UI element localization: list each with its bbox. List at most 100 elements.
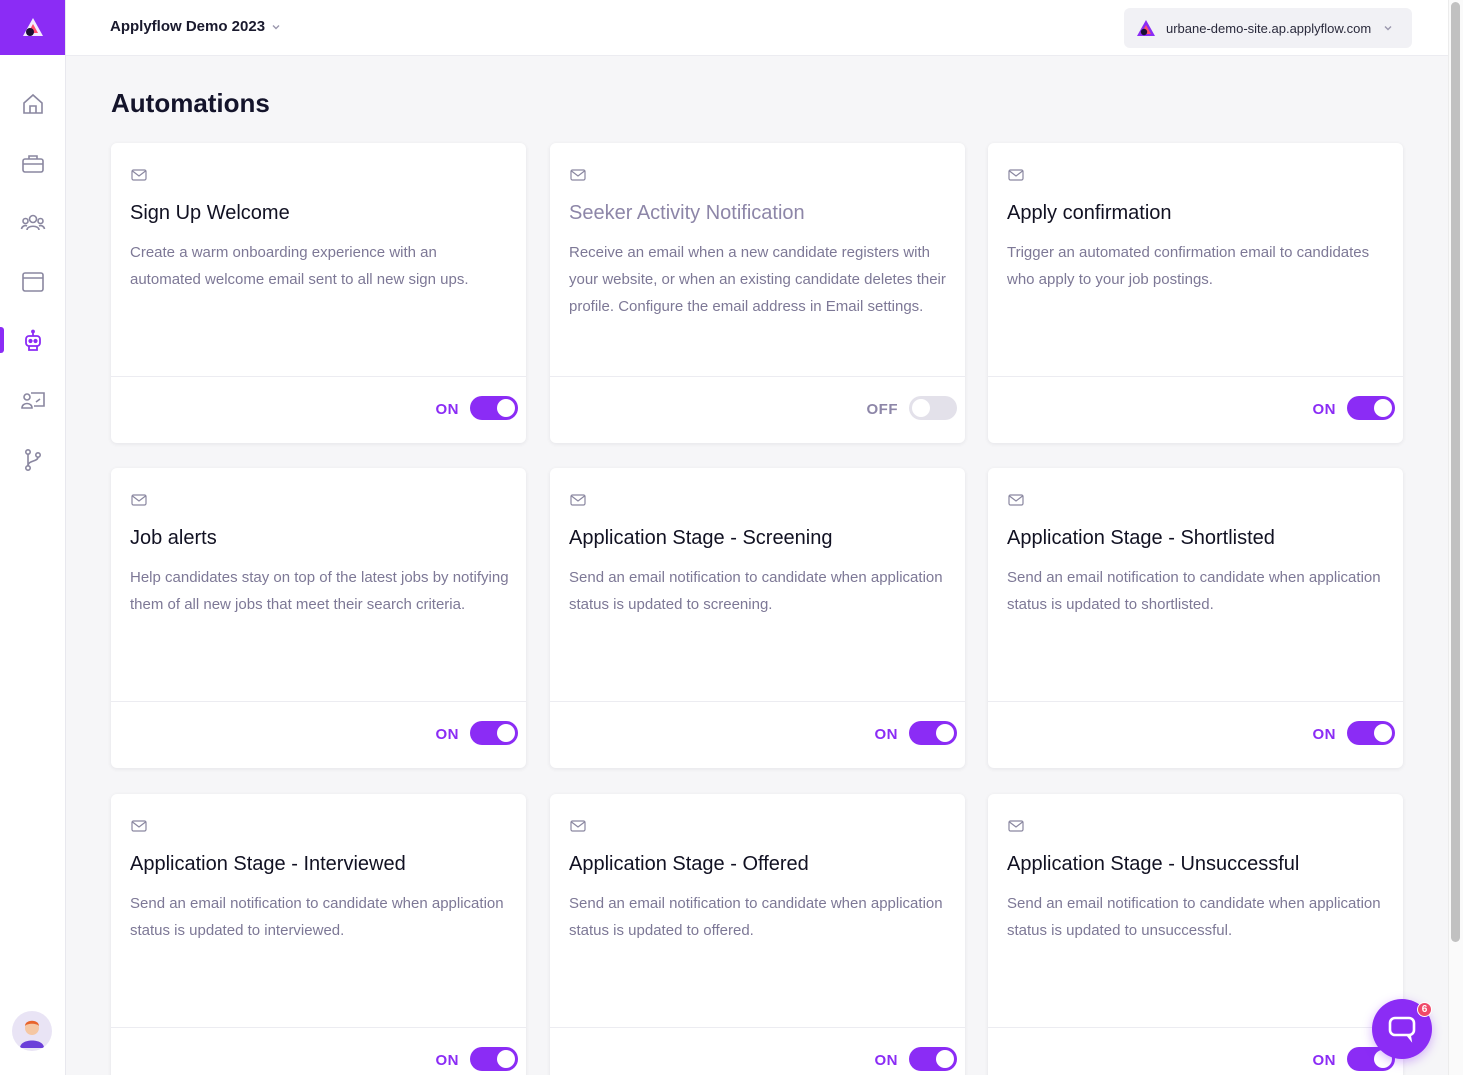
automation-card[interactable]: Job alerts Help candidates stay on top o…: [111, 468, 526, 768]
home-icon: [22, 93, 43, 114]
card-divider: [988, 701, 1403, 702]
toggle-state-label: ON: [435, 1052, 459, 1069]
workspace-name: Applyflow Demo 2023: [110, 18, 266, 35]
toggle-knob: [1374, 724, 1392, 742]
scrollbar-thumb[interactable]: [1451, 2, 1460, 942]
card-title: Application Stage - Offered: [569, 853, 809, 875]
automation-card[interactable]: Sign Up Welcome Create a warm onboarding…: [111, 143, 526, 443]
card-description: Help candidates stay on top of the lates…: [130, 569, 509, 613]
card-title: Application Stage - Unsuccessful: [1007, 853, 1300, 875]
sidebar: [0, 0, 66, 1075]
automation-card[interactable]: Apply confirmation Trigger an automated …: [988, 143, 1403, 443]
toggle-knob: [912, 399, 930, 417]
card-title: Application Stage - Shortlisted: [1007, 527, 1275, 549]
logo-icon: [22, 17, 43, 36]
toggle-state-label: ON: [435, 401, 459, 418]
nav-candidates[interactable]: [0, 203, 65, 243]
robot-icon: [24, 329, 41, 351]
toggle-knob: [497, 1050, 515, 1068]
card-description: Send an email notification to candidate …: [130, 895, 504, 939]
automation-toggle[interactable]: [470, 1047, 518, 1071]
automation-toggle[interactable]: [470, 721, 518, 745]
toggle-state-label: ON: [874, 1052, 898, 1069]
toggle-knob: [936, 1050, 954, 1068]
chevron-down-icon: [1384, 26, 1392, 31]
nav-integrations[interactable]: [0, 440, 65, 480]
card-description: Send an email notification to candidate …: [1007, 569, 1381, 613]
toggle-knob: [1374, 399, 1392, 417]
card-title: Application Stage - Screening: [569, 527, 833, 549]
toggle-knob: [497, 724, 515, 742]
nav-contacts[interactable]: [0, 381, 65, 421]
automation-card[interactable]: Application Stage - Screening Send an em…: [550, 468, 965, 768]
card-title: Sign Up Welcome: [130, 202, 290, 224]
mail-icon: [570, 169, 586, 181]
card-divider: [111, 701, 526, 702]
git-branch-icon: [24, 448, 41, 471]
card-divider: [550, 1027, 965, 1028]
toggle-state-label: ON: [1312, 1052, 1336, 1069]
card-divider: [988, 1027, 1403, 1028]
automation-card[interactable]: Application Stage - Shortlisted Send an …: [988, 468, 1403, 768]
nav-home[interactable]: [0, 84, 65, 124]
page-title: Automations: [111, 88, 270, 118]
automation-card[interactable]: Application Stage - Offered Send an emai…: [550, 794, 965, 1075]
toggle-state-label: ON: [435, 726, 459, 743]
card-divider: [111, 376, 526, 377]
card-description: Send an email notification to candidate …: [1007, 895, 1381, 939]
card-divider: [111, 1027, 526, 1028]
toggle-knob: [936, 724, 954, 742]
chat-icon: [1388, 1016, 1416, 1043]
card-divider: [988, 376, 1403, 377]
automation-card[interactable]: Application Stage - Interviewed Send an …: [111, 794, 526, 1075]
nav-pages[interactable]: [0, 262, 65, 302]
app-logo[interactable]: [0, 0, 65, 55]
toggle-state-label: ON: [874, 726, 898, 743]
mail-icon: [570, 494, 586, 506]
workspace-selector[interactable]: Applyflow Demo 2023: [110, 18, 281, 35]
card-description: Send an email notification to candidate …: [569, 895, 943, 939]
toggle-state-label: ON: [1312, 726, 1336, 743]
card-description: Trigger an automated confirmation email …: [1007, 244, 1370, 288]
users-icon: [20, 214, 45, 231]
chat-badge: 6: [1417, 1002, 1432, 1017]
toggle-state-label: ON: [1312, 401, 1336, 418]
card-title: Job alerts: [130, 527, 217, 549]
automation-toggle[interactable]: [909, 721, 957, 745]
automation-toggle[interactable]: [909, 1047, 957, 1071]
user-avatar[interactable]: [12, 1011, 52, 1051]
automation-card[interactable]: Seeker Activity Notification Receive an …: [550, 143, 965, 443]
nav-jobs[interactable]: [0, 144, 65, 184]
mail-icon: [570, 820, 586, 832]
card-description: Receive an email when a new candidate re…: [569, 244, 946, 315]
card-divider: [550, 376, 965, 377]
mail-icon: [1008, 169, 1024, 181]
chevron-down-icon: [272, 24, 280, 29]
mail-icon: [131, 820, 147, 832]
mail-icon: [1008, 820, 1024, 832]
card-title: Seeker Activity Notification: [569, 202, 805, 224]
top-bar: Applyflow Demo 2023 urbane-demo-site.ap.…: [66, 0, 1448, 56]
site-url: urbane-demo-site.ap.applyflow.com: [1166, 20, 1372, 36]
toggle-knob: [497, 399, 515, 417]
automation-toggle[interactable]: [909, 396, 957, 420]
briefcase-icon: [21, 155, 44, 173]
site-selector[interactable]: urbane-demo-site.ap.applyflow.com: [1124, 8, 1412, 48]
mail-icon: [131, 169, 147, 181]
site-logo-icon: [1137, 20, 1155, 36]
card-divider: [550, 701, 965, 702]
automation-card[interactable]: Application Stage - Unsuccessful Send an…: [988, 794, 1403, 1075]
mail-icon: [131, 494, 147, 506]
nav-automations[interactable]: [0, 321, 65, 361]
window-icon: [21, 272, 44, 292]
mail-icon: [1008, 494, 1024, 506]
automation-toggle[interactable]: [1347, 396, 1395, 420]
card-title: Apply confirmation: [1007, 202, 1172, 224]
automation-toggle[interactable]: [470, 396, 518, 420]
card-description: Create a warm onboarding experience with…: [130, 244, 469, 288]
user-card-icon: [20, 392, 45, 409]
automation-toggle[interactable]: [1347, 721, 1395, 745]
card-title: Application Stage - Interviewed: [130, 853, 406, 875]
card-description: Send an email notification to candidate …: [569, 569, 943, 613]
avatar-icon: [20, 1020, 44, 1048]
